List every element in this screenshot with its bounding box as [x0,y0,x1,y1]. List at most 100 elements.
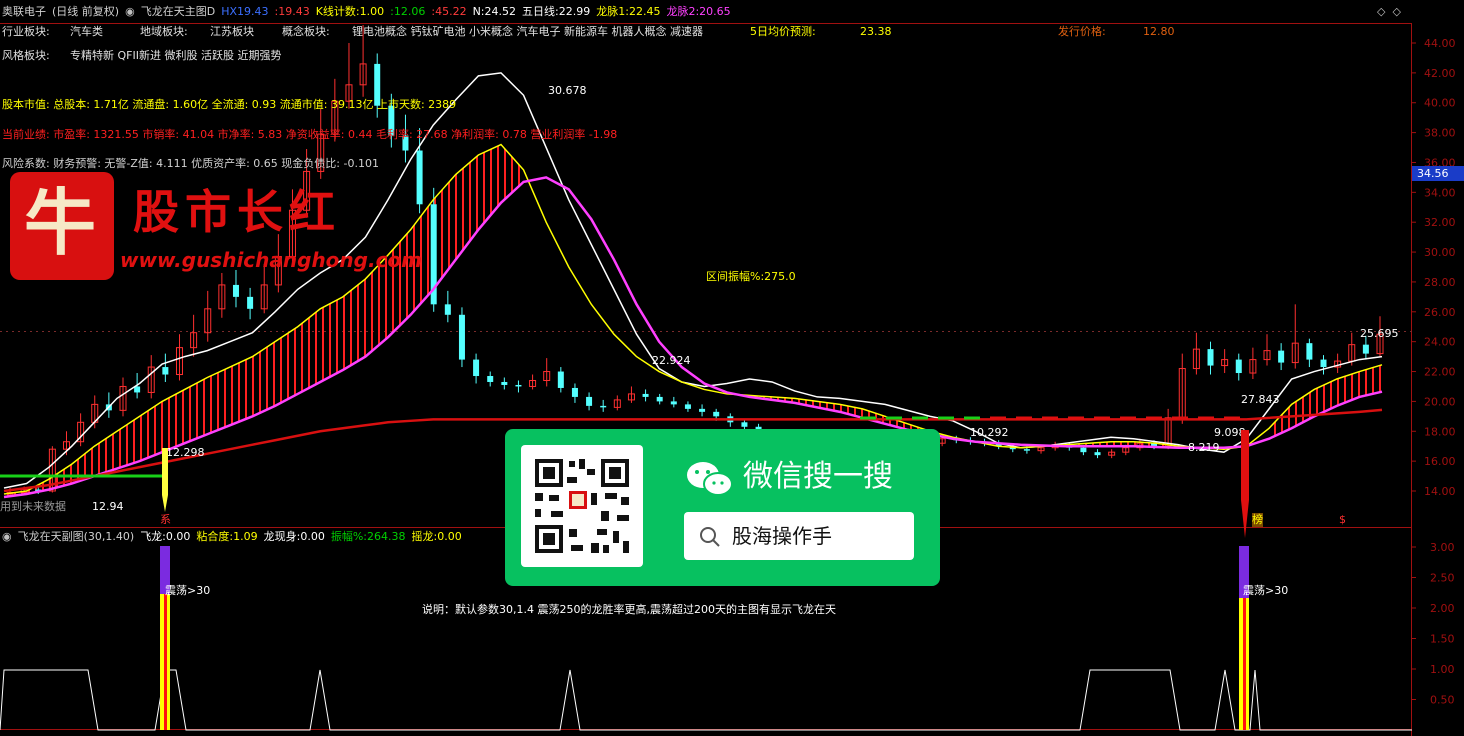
price-axis-label: 28.00 [1424,276,1456,289]
candle-body-down [586,396,593,406]
header-item-value: 19.43 [278,5,310,18]
point-label: 8.219 [1188,441,1220,454]
oscillation-bar-right-core [1243,598,1246,730]
header-item-label: HX [221,5,237,18]
issue-price-value: 12.80 [1143,25,1175,38]
candle-body-down [741,422,748,427]
window-controls[interactable]: ◇ ◇ [1377,5,1401,19]
header-item-value: 22.99 [558,5,591,18]
point-label: 27.843 [1241,393,1280,406]
sub-note: 说明：默认参数30,1.4 震荡250的龙胜率更高,震荡超过200天的主图有显示… [422,603,836,616]
logo-char: 牛 [24,180,97,265]
header-item-7: 龙脉1:22.45 [596,5,660,18]
price-axis-label: 26.00 [1424,306,1456,319]
header-item-value: 12.06 [393,5,426,18]
candle-body-down [713,411,720,417]
forecast-label: 5日均价预测: [750,25,816,38]
sub-oscillation-line [0,669,1412,731]
header-values: HX19.43:19.43 K线计数:1.00:12.06:45.22 N:24.5… [221,5,736,18]
sub-header: ◉ 飞龙在天副图(30,1.40) 飞龙:0.00 粘合度:1.09 龙现身:0.00 振… [2,530,474,544]
sub-dropdown-icon[interactable]: ◉ [2,530,12,543]
concept-label: 概念板块: [282,25,330,38]
header-item-label: 龙脉1: [596,5,629,18]
qr-code [521,445,643,567]
future-data-label: 用到未来数据 [0,500,66,513]
indicator-name[interactable]: 飞龙在天主图D [141,5,215,18]
risk-line: 风险系数: 财务预警: 无警-Z值: 4.111 优质资产率: 0.65 现金负… [2,157,379,170]
point-label: 30.678 [548,84,587,97]
header-item-value: 19.43 [237,5,269,18]
sub-item-value: 0.00 [300,530,325,543]
candle-body-down [1235,359,1242,374]
range-amplitude-label: 区间振幅%:275.0 [706,270,796,283]
main-price-axis: 44.0042.0040.0038.0036.0034.0032.0030.00… [1411,37,1456,498]
sub-item-label: 摇龙: [411,530,438,543]
sub-axis-label: 1.00 [1430,663,1455,676]
price-axis-label: 16.00 [1424,455,1456,468]
osc-label-right: 震荡>30 [1243,584,1289,597]
tag-dollar: $ [1339,513,1346,526]
candle-body-down [1023,449,1030,451]
point-label: 10.292 [970,426,1009,439]
wechat-promo-card[interactable]: 微信搜一搜 股海操作手 [505,429,940,586]
sub-item-2: 龙现身:0.00 [264,530,325,543]
header-item-value: 22.45 [628,5,661,18]
sub-indicator-plot [0,669,1412,731]
candle-body-down [642,393,649,397]
sub-item-label: 龙现身: [263,530,301,543]
osc-label-left: 震荡>30 [165,584,211,597]
logo-url: www.gushichanghong.com [120,248,423,272]
price-axis-label: 44.00 [1424,37,1456,50]
candle-body-down [1080,447,1087,453]
sub-axis-label: 0.50 [1430,694,1455,707]
price-axis-label: 42.00 [1424,67,1456,80]
header-item-label: K线计数: [315,5,360,18]
logo-text: 股市长红 [133,185,341,239]
price-axis-label: 30.00 [1424,246,1456,259]
price-axis-label: 22.00 [1424,366,1456,379]
header-item-value: 24.52 [484,5,517,18]
candle-body-down [670,401,677,405]
sub-values: 飞龙:0.00 粘合度:1.09 龙现身:0.00 振幅%:264.38 摇龙:0.00 [140,530,468,543]
candle-body-down [684,404,691,409]
point-label: 9.098 [1214,426,1246,439]
header-item-8: 龙脉2:20.65 [666,5,730,18]
wechat-search-title: 微信搜一搜 [743,459,893,494]
sub-item-1: 粘合度:1.09 [196,530,257,543]
stock-name[interactable]: 奥联电子 [2,5,46,18]
tag-xi: 系 [160,513,171,526]
tag-bang: 榜 [1252,513,1263,527]
buy-signal-marker-left [162,448,168,512]
point-label: 22.924 [652,354,691,367]
candle-body-down [162,367,169,375]
sub-item-0: 飞龙:0.00 [140,530,190,543]
qr-code-pattern [535,459,629,553]
style-label: 风格板块: [2,49,50,62]
industry-value: 汽车类 [70,25,103,38]
dropdown-icon[interactable]: ◉ [125,5,135,18]
equity-line: 股本市值: 总股本: 1.71亿 流通盘: 1.60亿 全流通: 0.93 流通… [2,98,457,111]
oscillation-bar-left-core [164,594,167,730]
candle-body-down [458,314,465,360]
buy-signal-marker-right [1241,430,1249,538]
sub-indicator-name[interactable]: 飞龙在天副图(30,1.40) [18,530,135,543]
candle-body-down [1320,359,1327,368]
forecast-value: 23.38 [860,25,892,38]
sub-item-value: 1.09 [233,530,258,543]
candle-body-down [1094,452,1101,456]
sub-item-4: 摇龙:0.00 [412,530,462,543]
issue-price-label: 发行价格: [1058,25,1106,38]
candle-body-down [699,408,706,412]
wechat-search-box[interactable]: 股海操作手 [684,512,914,560]
header-item-label: 五日线: [522,5,559,18]
header-item-1: :19.43 [275,5,310,18]
point-label: 12.94 [92,500,124,513]
candle-body-down [515,384,522,387]
header-item-0: HX19.43 [221,5,268,18]
candle-body-down [1362,344,1369,354]
search-icon [700,527,720,547]
header-item-3: :12.06 [390,5,425,18]
period-mode[interactable]: (日线 前复权) [52,5,119,18]
point-label: 25.695 [1360,327,1399,340]
header-item-5: N:24.52 [473,5,516,18]
